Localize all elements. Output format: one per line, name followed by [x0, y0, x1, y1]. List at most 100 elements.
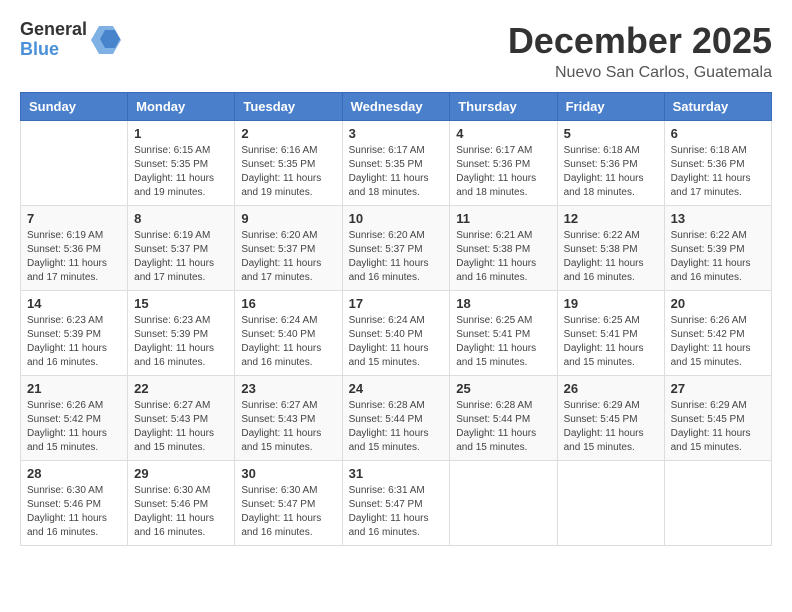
day-info: Sunrise: 6:28 AM Sunset: 5:44 PM Dayligh…: [349, 399, 444, 455]
day-info: Sunrise: 6:28 AM Sunset: 5:44 PM Dayligh…: [456, 399, 550, 455]
calendar-cell: 1Sunrise: 6:15 AM Sunset: 5:35 PM Daylig…: [128, 121, 235, 206]
day-number: 29: [134, 466, 228, 481]
month-title: December 2025: [508, 20, 772, 62]
day-number: 7: [27, 211, 121, 226]
calendar-cell: 18 Sunrise: 6:25 AM Sunset: 5:41 PM Dayli…: [450, 291, 557, 376]
calendar-cell: 16Sunrise: 6:24 AM Sunset: 5:40 PM Dayli…: [235, 291, 342, 376]
day-number: 2: [241, 126, 335, 141]
day-info: Sunrise: 6:30 AM Sunset: 5:46 PM Dayligh…: [27, 484, 121, 540]
day-number: 11: [456, 211, 550, 226]
calendar-cell: 22 Sunrise: 6:27 AM Sunset: 5:43 PM Dayli…: [128, 376, 235, 461]
location-title: Nuevo San Carlos, Guatemala: [508, 64, 772, 82]
day-number: 20: [671, 296, 765, 311]
calendar-cell: 27 Sunrise: 6:29 AM Sunset: 5:45 PM Dayli…: [664, 376, 771, 461]
day-info: Sunrise: 6:16 AM Sunset: 5:35 PM Dayligh…: [241, 144, 335, 200]
day-number: 21: [27, 381, 121, 396]
day-info: Sunrise: 6:23 AM Sunset: 5:39 PM Dayligh…: [27, 314, 121, 370]
calendar-cell: 26Sunrise: 6:29 AM Sunset: 5:45 PM Dayli…: [557, 376, 664, 461]
calendar-cell: 3Sunrise: 6:17 AM Sunset: 5:35 PM Daylig…: [342, 121, 450, 206]
day-info: Sunrise: 6:21 AM Sunset: 5:38 PM Dayligh…: [456, 229, 550, 285]
calendar-week-row: 21 Sunrise: 6:26 AM Sunset: 5:42 PM Dayli…: [21, 376, 772, 461]
col-header-friday: Friday: [557, 93, 664, 121]
day-info: Sunrise: 6:30 AM Sunset: 5:46 PM Dayligh…: [134, 484, 228, 540]
calendar-cell: [21, 121, 128, 206]
calendar-cell: 15Sunrise: 6:23 AM Sunset: 5:39 PM Dayli…: [128, 291, 235, 376]
day-number: 31: [349, 466, 444, 481]
day-info: Sunrise: 6:31 AM Sunset: 5:47 PM Dayligh…: [349, 484, 444, 540]
calendar-cell: [664, 461, 771, 546]
calendar-cell: 29 Sunrise: 6:30 AM Sunset: 5:46 PM Dayli…: [128, 461, 235, 546]
calendar-cell: 12 Sunrise: 6:22 AM Sunset: 5:38 PM Dayli…: [557, 206, 664, 291]
day-info: Sunrise: 6:18 AM Sunset: 5:36 PM Dayligh…: [564, 144, 658, 200]
day-info: Sunrise: 6:22 AM Sunset: 5:38 PM Dayligh…: [564, 229, 658, 285]
calendar-cell: 7 Sunrise: 6:19 AM Sunset: 5:36 PM Daylig…: [21, 206, 128, 291]
day-number: 17: [349, 296, 444, 311]
calendar-header-row: SundayMondayTuesdayWednesdayThursdayFrid…: [21, 93, 772, 121]
day-info: Sunrise: 6:25 AM Sunset: 5:41 PM Dayligh…: [456, 314, 550, 370]
day-number: 5: [564, 126, 658, 141]
logo-blue: Blue: [20, 40, 87, 60]
day-info: Sunrise: 6:27 AM Sunset: 5:43 PM Dayligh…: [134, 399, 228, 455]
day-info: Sunrise: 6:17 AM Sunset: 5:36 PM Dayligh…: [456, 144, 550, 200]
day-number: 26: [564, 381, 658, 396]
day-number: 30: [241, 466, 335, 481]
logo-icon: [91, 26, 121, 54]
day-info: Sunrise: 6:25 AM Sunset: 5:41 PM Dayligh…: [564, 314, 658, 370]
calendar-cell: 13Sunrise: 6:22 AM Sunset: 5:39 PM Dayli…: [664, 206, 771, 291]
day-info: Sunrise: 6:23 AM Sunset: 5:39 PM Dayligh…: [134, 314, 228, 370]
day-number: 25: [456, 381, 550, 396]
calendar-table: SundayMondayTuesdayWednesdayThursdayFrid…: [20, 92, 772, 546]
col-header-saturday: Saturday: [664, 93, 771, 121]
col-header-tuesday: Tuesday: [235, 93, 342, 121]
day-number: 23: [241, 381, 335, 396]
logo: General Blue: [20, 20, 121, 60]
day-number: 12: [564, 211, 658, 226]
calendar-cell: 14Sunrise: 6:23 AM Sunset: 5:39 PM Dayli…: [21, 291, 128, 376]
day-number: 13: [671, 211, 765, 226]
day-number: 24: [349, 381, 444, 396]
day-number: 4: [456, 126, 550, 141]
calendar-cell: 28Sunrise: 6:30 AM Sunset: 5:46 PM Dayli…: [21, 461, 128, 546]
calendar-cell: 30 Sunrise: 6:30 AM Sunset: 5:47 PM Dayli…: [235, 461, 342, 546]
day-number: 1: [134, 126, 228, 141]
calendar-cell: 10Sunrise: 6:20 AM Sunset: 5:37 PM Dayli…: [342, 206, 450, 291]
day-number: 10: [349, 211, 444, 226]
day-info: Sunrise: 6:17 AM Sunset: 5:35 PM Dayligh…: [349, 144, 444, 200]
calendar-cell: 25 Sunrise: 6:28 AM Sunset: 5:44 PM Dayli…: [450, 376, 557, 461]
day-number: 9: [241, 211, 335, 226]
day-number: 18: [456, 296, 550, 311]
calendar-cell: 5 Sunrise: 6:18 AM Sunset: 5:36 PM Daylig…: [557, 121, 664, 206]
day-number: 22: [134, 381, 228, 396]
day-info: Sunrise: 6:18 AM Sunset: 5:36 PM Dayligh…: [671, 144, 765, 200]
day-info: Sunrise: 6:19 AM Sunset: 5:36 PM Dayligh…: [27, 229, 121, 285]
col-header-monday: Monday: [128, 93, 235, 121]
day-number: 19: [564, 296, 658, 311]
day-info: Sunrise: 6:24 AM Sunset: 5:40 PM Dayligh…: [349, 314, 444, 370]
day-info: Sunrise: 6:26 AM Sunset: 5:42 PM Dayligh…: [671, 314, 765, 370]
day-info: Sunrise: 6:29 AM Sunset: 5:45 PM Dayligh…: [671, 399, 765, 455]
day-number: 6: [671, 126, 765, 141]
day-info: Sunrise: 6:27 AM Sunset: 5:43 PM Dayligh…: [241, 399, 335, 455]
calendar-cell: 9Sunrise: 6:20 AM Sunset: 5:37 PM Daylig…: [235, 206, 342, 291]
day-number: 8: [134, 211, 228, 226]
col-header-thursday: Thursday: [450, 93, 557, 121]
calendar-cell: 2 Sunrise: 6:16 AM Sunset: 5:35 PM Daylig…: [235, 121, 342, 206]
calendar-week-row: 28Sunrise: 6:30 AM Sunset: 5:46 PM Dayli…: [21, 461, 772, 546]
calendar-week-row: 1Sunrise: 6:15 AM Sunset: 5:35 PM Daylig…: [21, 121, 772, 206]
col-header-wednesday: Wednesday: [342, 93, 450, 121]
calendar-week-row: 7 Sunrise: 6:19 AM Sunset: 5:36 PM Daylig…: [21, 206, 772, 291]
calendar-week-row: 14Sunrise: 6:23 AM Sunset: 5:39 PM Dayli…: [21, 291, 772, 376]
day-info: Sunrise: 6:19 AM Sunset: 5:37 PM Dayligh…: [134, 229, 228, 285]
calendar-cell: [557, 461, 664, 546]
calendar-cell: 31 Sunrise: 6:31 AM Sunset: 5:47 PM Dayli…: [342, 461, 450, 546]
day-info: Sunrise: 6:24 AM Sunset: 5:40 PM Dayligh…: [241, 314, 335, 370]
calendar-cell: 6 Sunrise: 6:18 AM Sunset: 5:36 PM Daylig…: [664, 121, 771, 206]
calendar-cell: 19 Sunrise: 6:25 AM Sunset: 5:41 PM Dayli…: [557, 291, 664, 376]
day-info: Sunrise: 6:26 AM Sunset: 5:42 PM Dayligh…: [27, 399, 121, 455]
calendar-cell: 4 Sunrise: 6:17 AM Sunset: 5:36 PM Daylig…: [450, 121, 557, 206]
page-header: General Blue December 2025 Nuevo San Car…: [20, 20, 772, 82]
calendar-cell: 17 Sunrise: 6:24 AM Sunset: 5:40 PM Dayli…: [342, 291, 450, 376]
calendar-cell: 20 Sunrise: 6:26 AM Sunset: 5:42 PM Dayli…: [664, 291, 771, 376]
day-number: 27: [671, 381, 765, 396]
day-info: Sunrise: 6:30 AM Sunset: 5:47 PM Dayligh…: [241, 484, 335, 540]
